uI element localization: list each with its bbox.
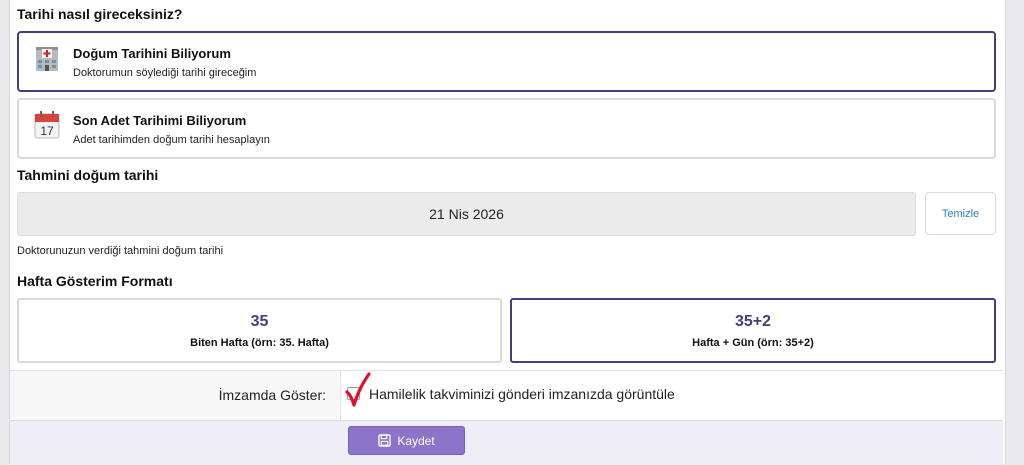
format-label: Biten Hafta (örn: 35. Hafta) (190, 337, 329, 349)
due-date-input[interactable]: 21 Nis 2026 (17, 192, 916, 236)
option-title: Doğum Tarihini Biliyorum (73, 46, 231, 61)
signature-label-cell: İmzamda Göster: (10, 371, 341, 420)
signature-row: İmzamda Göster: Hamilelik takviminizi gö… (10, 370, 1003, 421)
option-description: Doktorumun söylediği tarihi gireceğim (73, 67, 257, 79)
save-button[interactable]: Kaydet (348, 426, 465, 455)
signature-label: İmzamda Göster: (218, 387, 326, 403)
option-description: Adet tarihimden doğum tarihi hesaplayın (73, 134, 270, 146)
clear-button[interactable]: Temizle (925, 192, 996, 235)
signature-checkbox-label[interactable]: Hamilelik takviminizi gönderi imzanızda … (369, 386, 675, 402)
floppy-disk-icon (378, 434, 392, 447)
calendar-day-number: 17 (40, 124, 54, 138)
option-title: Son Adet Tarihimi Biliyorum (73, 113, 247, 128)
hospital-icon (33, 43, 61, 73)
entry-method-heading: Tarihi nasıl gireceksiniz? (17, 6, 183, 22)
format-option-week-plus-day[interactable]: 35+2 Hafta + Gün (örn: 35+2) (510, 298, 996, 363)
format-value: 35+2 (734, 313, 772, 330)
option-due-date-known[interactable]: Doğum Tarihini Biliyorum Doktorumun söyl… (17, 31, 996, 92)
week-format-heading: Hafta Gösterim Formatı (17, 273, 173, 289)
save-button-label: Kaydet (397, 433, 435, 448)
due-date-hint: Doktorunuzun verdiği tahmini doğum tarih… (17, 245, 224, 257)
form-footer: Kaydet (10, 420, 1003, 465)
due-date-heading: Tahmini doğum tarihi (17, 167, 159, 183)
format-option-completed-week[interactable]: 35 Biten Hafta (örn: 35. Hafta) (17, 298, 502, 363)
calendar-icon: 17 (33, 110, 61, 140)
format-label: Hafta + Gün (örn: 35+2) (692, 337, 814, 349)
option-last-period-known[interactable]: 17 Son Adet Tarihimi Biliyorum Adet tari… (17, 98, 996, 159)
format-value: 35 (250, 313, 269, 330)
